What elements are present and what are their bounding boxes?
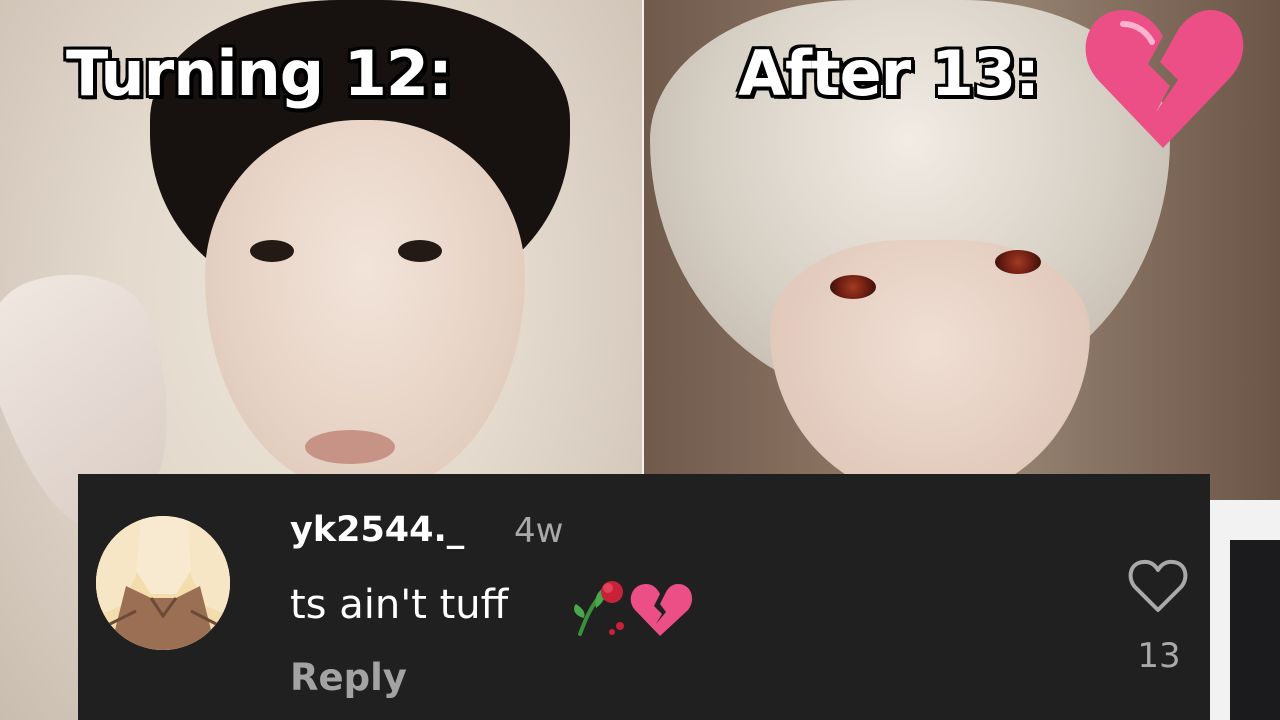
avatar-illustration (96, 516, 230, 650)
like-count: 13 (1137, 636, 1181, 676)
broken-heart-icon (1085, 10, 1244, 148)
reply-button[interactable]: Reply (290, 656, 407, 699)
avatar[interactable] (96, 516, 230, 650)
red-eye (830, 275, 876, 299)
dark-jacket (1230, 540, 1280, 720)
comment-text: ts ain't tuff (290, 582, 509, 628)
heart-outline-icon[interactable] (1128, 558, 1188, 614)
caption-turning-12: Turning 12: (65, 37, 455, 110)
comment-username[interactable]: yk2544._ (290, 510, 464, 550)
left-face-eye (250, 240, 294, 262)
red-eye (995, 250, 1041, 274)
comment-emojis (574, 581, 693, 636)
comment-timestamp: 4w (514, 511, 564, 551)
left-face-eye (398, 240, 442, 262)
comment-card: yk2544._ 4w ts ain't tuff Reply 13 (78, 474, 1210, 720)
caption-after-13: After 13: (737, 37, 1042, 110)
wilted-rose-icon (574, 581, 624, 636)
broken-heart-icon (630, 584, 693, 636)
left-face-mouth (305, 430, 395, 464)
